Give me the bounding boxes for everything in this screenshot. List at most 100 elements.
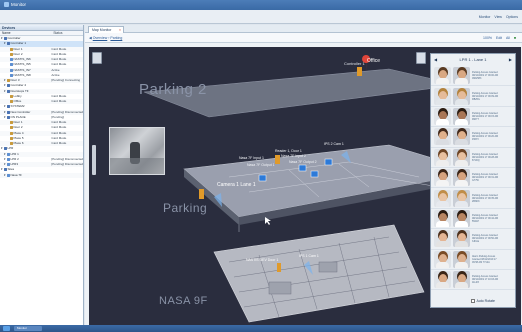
face-photo[interactable] — [434, 128, 451, 146]
taskbar: Monitor — [0, 325, 522, 332]
title-bar: Monitor — [0, 0, 522, 10]
menu-options[interactable]: Options — [506, 15, 518, 19]
chevron-right-icon[interactable]: ▶ — [509, 54, 512, 66]
alarm-entry[interactable]: Parking Access Granted 08/12/2019 17 09:… — [431, 127, 515, 148]
face-photo[interactable] — [434, 271, 451, 289]
floor-name-parking: Parking — [163, 201, 208, 215]
alarm-entry[interactable]: Parking Access Granted 08/12/2019 17 09:… — [431, 66, 515, 87]
face-photo[interactable] — [434, 67, 451, 85]
back-icon[interactable]: ◀ — [89, 36, 92, 40]
tab-bar: Map Monitor × — [85, 25, 522, 33]
face-photo[interactable] — [453, 107, 470, 125]
map-label-ips2cam1: IPS 2 Cam 1 — [324, 142, 344, 146]
device-icon — [9, 63, 13, 67]
face-photo[interactable] — [453, 230, 470, 248]
taskbar-item-monitor[interactable]: Monitor — [14, 326, 42, 331]
face-photo[interactable] — [434, 209, 451, 227]
alarm-text: Parking Access Granted 08/12/2019 17 09:… — [472, 71, 499, 81]
face-photo[interactable] — [453, 87, 470, 105]
output-icon[interactable] — [298, 164, 307, 172]
alarm-entry[interactable]: Alarm Parking Access Granted 08/12/2019 … — [431, 250, 515, 270]
door-icon[interactable] — [277, 263, 281, 272]
alarm-entry[interactable]: Parking Access Granted 08/12/2019 17 10:… — [431, 270, 515, 291]
column-status[interactable]: Status — [51, 31, 83, 35]
menu-monitor[interactable]: Monitor — [479, 15, 491, 19]
monitor-window: Monitor Monitor View Options Devices Nam… — [0, 0, 522, 332]
input-icon[interactable] — [310, 170, 319, 178]
device-tree: ▾ Controller ▾ Controller 1 Door 1 Card Mode D… — [0, 36, 83, 178]
input-icon[interactable] — [258, 174, 267, 182]
map-label-output1: Nasa 7F Output 1 — [247, 163, 275, 167]
face-body — [436, 241, 449, 248]
device-icon — [9, 142, 13, 146]
chevron-left-icon[interactable]: ◀ — [434, 54, 437, 66]
grid-icon[interactable]: ■ — [514, 36, 516, 40]
camera-video-thumbnail[interactable] — [109, 127, 165, 175]
device-icon — [9, 121, 13, 125]
auto-rotate-checkbox[interactable] — [471, 299, 475, 303]
breadcrumb-overview[interactable]: Overview — [93, 36, 108, 40]
map-label-camera1lane1: Camera 1 Lane 1 — [217, 182, 256, 188]
zoom-level: 100% — [483, 36, 492, 40]
zoom-slider[interactable] — [92, 145, 96, 175]
device-icon — [9, 58, 13, 62]
face-photo[interactable] — [453, 271, 470, 289]
device-name-cell: ▾ Nasa 7F — [0, 173, 51, 178]
edit-button[interactable]: Edit — [496, 36, 502, 40]
face-body — [455, 261, 468, 268]
alarm-entry[interactable]: Parking Access Granted 08/12/2019 17 09:… — [431, 86, 515, 107]
face-photo[interactable] — [434, 148, 451, 166]
face-photo[interactable] — [434, 87, 451, 105]
device-icon — [9, 94, 13, 98]
alarm-entry[interactable]: Parking Access Granted 08/12/2019 17 09:… — [431, 229, 515, 250]
alarm-text: Parking Access Granted 08/12/2019 17 09:… — [472, 173, 499, 183]
face-photo[interactable] — [434, 230, 451, 248]
auto-rotate-control[interactable]: Auto Rotate — [431, 296, 517, 307]
all-button[interactable]: All — [506, 36, 510, 40]
device-icon — [9, 126, 13, 130]
door-icon[interactable] — [357, 67, 362, 76]
face-photo[interactable] — [434, 107, 451, 125]
device-icon — [9, 131, 13, 135]
device-icon — [3, 168, 7, 172]
alarm-entry[interactable]: Parking Access Granted 08/12/2019 17 09:… — [431, 107, 515, 128]
alarm-text: Alarm Parking Access Granted 08/12/2019 … — [472, 254, 497, 264]
device-tree-row[interactable]: ▾ Nasa 7F — [0, 172, 83, 178]
face-photo[interactable] — [434, 169, 451, 187]
alarm-entry[interactable]: Parking Access Granted 08/12/2019 17 09:… — [431, 209, 515, 230]
menu-view[interactable]: View — [494, 15, 502, 19]
face-photo[interactable] — [453, 128, 470, 146]
face-photo[interactable] — [453, 148, 470, 166]
alarm-text: Parking Access Granted 08/12/2019 17 10:… — [472, 275, 499, 285]
lpr-panel: ◀ LPR 1 - Lane 1 ▶ Parking Access Grante… — [430, 53, 516, 308]
auto-rotate-label: Auto Rotate — [476, 299, 495, 303]
device-icon — [6, 115, 10, 119]
start-icon[interactable] — [3, 326, 10, 331]
face-photo[interactable] — [453, 189, 470, 207]
map-view[interactable]: Controller 1 Office Reader 1, Door 1 Nas… — [89, 47, 521, 325]
output-icon[interactable] — [324, 158, 333, 166]
device-status — [51, 173, 83, 178]
face-photo[interactable] — [434, 250, 451, 268]
column-name[interactable]: Name — [0, 31, 51, 35]
alarm-entry[interactable]: Parking Access Granted 08/12/2019 17 09:… — [431, 188, 515, 209]
alarm-entry[interactable]: Parking Access Granted 08/12/2019 17 09:… — [431, 148, 515, 168]
map-label-input2: Nasa 7F Input 2 — [281, 154, 306, 158]
panel-toggle-button[interactable] — [416, 52, 426, 64]
face-photo[interactable] — [434, 189, 451, 207]
floor-nasa9f-plane — [213, 224, 425, 323]
map-nav-button[interactable] — [92, 52, 102, 64]
door-icon[interactable] — [199, 189, 204, 199]
face-photo[interactable] — [453, 209, 470, 227]
face-photo[interactable] — [453, 169, 470, 187]
lpr-panel-title: LPR 1 - Lane 1 — [459, 57, 487, 62]
tab-map-monitor[interactable]: Map Monitor × — [88, 26, 124, 33]
face-body — [455, 200, 468, 207]
device-icon — [9, 52, 13, 56]
face-photo[interactable] — [453, 67, 470, 85]
face-photo[interactable] — [453, 250, 470, 268]
door-icon[interactable] — [275, 155, 280, 164]
tab-label: Map Monitor — [92, 28, 112, 32]
breadcrumb-parking[interactable]: Parking — [110, 36, 122, 40]
alarm-entry[interactable]: Parking Access Granted 08/12/2019 17 09:… — [431, 168, 515, 189]
